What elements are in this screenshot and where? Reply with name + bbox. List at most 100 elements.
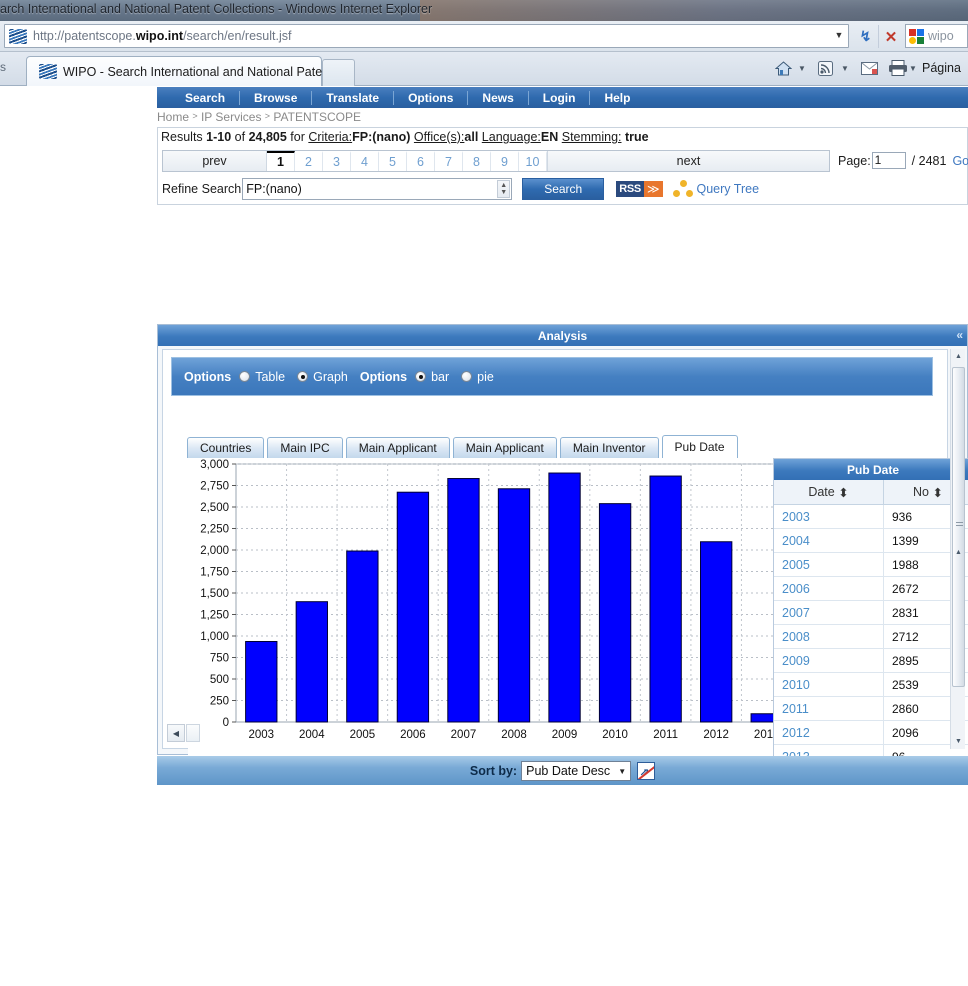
tab-main-applicant[interactable]: Main Applicant [345, 437, 450, 458]
browser-tab[interactable]: WIPO - Search International and National… [26, 56, 346, 86]
print-dropdown-icon[interactable]: ▼ [909, 59, 917, 77]
rss-button[interactable]: RSS ≫ [616, 180, 663, 199]
criteria-label[interactable]: Criteria: [308, 130, 352, 144]
chart-bar[interactable] [447, 478, 480, 723]
cell-date[interactable]: 2012 [774, 721, 884, 744]
chevron-down-icon[interactable]: ▼ [832, 28, 846, 42]
refresh-icon[interactable]: ↯ [853, 25, 878, 48]
breadcrumb-ip-services[interactable]: IP Services [201, 110, 261, 124]
home-dropdown-icon[interactable]: ▼ [798, 59, 806, 77]
radio-bar[interactable]: bar [415, 370, 449, 384]
scrollbar-thumb[interactable] [952, 367, 965, 687]
cell-date[interactable]: 2007 [774, 601, 884, 624]
new-tab-button[interactable] [322, 59, 355, 86]
cell-date[interactable]: 2006 [774, 577, 884, 600]
chart-bar[interactable] [548, 472, 581, 723]
page-number-9[interactable]: 9 [491, 151, 519, 171]
nav-item-help[interactable]: Help [590, 91, 644, 105]
sort-select[interactable]: Pub Date Desc ▼ [521, 760, 632, 781]
chart-bar[interactable] [396, 491, 430, 723]
chart-bar[interactable] [598, 503, 632, 723]
favorites-icon[interactable]: s [0, 60, 6, 74]
chart-ytick-label: 250 [210, 696, 229, 708]
radio-graph[interactable]: Graph [297, 370, 348, 384]
chart-xtick-label: 2012 [703, 729, 729, 741]
cell-date[interactable]: 2009 [774, 649, 884, 672]
tab-pub-date[interactable]: Pub Date [661, 435, 738, 458]
mail-icon[interactable] [861, 59, 878, 77]
chart-bar[interactable] [295, 601, 328, 723]
results-summary: Results 1-10 of 24,805 for Criteria:FP:(… [161, 130, 649, 144]
refine-search-input[interactable]: FP:(nano) ▲ ▼ [242, 178, 513, 200]
chart-bar[interactable] [497, 488, 531, 723]
analysis-tab-strip: Countries Main IPC Main Applicant Main A… [187, 435, 741, 458]
analysis-vertical-scrollbar[interactable]: ▲ ▲ ▼ [950, 349, 965, 749]
breadcrumb-home[interactable]: Home [157, 110, 189, 124]
scrollbar-grip [956, 522, 963, 528]
table-row: 2004 1399 [774, 529, 968, 553]
horizontal-scroll-thumb[interactable] [186, 724, 200, 742]
nav-item-translate[interactable]: Translate [312, 90, 395, 105]
nav-item-search[interactable]: Search [171, 90, 241, 105]
radio-table[interactable]: Table [239, 370, 285, 384]
page-number-1[interactable]: 1 [267, 151, 295, 171]
home-icon[interactable] [775, 59, 792, 77]
tab-main-ipc[interactable]: Main IPC [267, 437, 343, 458]
address-input[interactable]: http://patentscope.wipo.int/search/en/re… [4, 24, 849, 48]
page-number-4[interactable]: 4 [351, 151, 379, 171]
stop-icon[interactable]: ✕ [878, 25, 903, 48]
page-number-2[interactable]: 2 [295, 151, 323, 171]
breadcrumb-patentscope[interactable]: PATENTSCOPE [273, 110, 361, 124]
rss-feed-icon[interactable] [818, 59, 833, 77]
column-header-date[interactable]: Date ⬍ [774, 480, 884, 504]
chart-ytick-label: 500 [210, 674, 229, 686]
stemming-label[interactable]: Stemming: [562, 130, 622, 144]
chart-bar[interactable] [649, 475, 682, 723]
cell-date[interactable]: 2003 [774, 505, 884, 528]
page-number-10[interactable]: 10 [519, 151, 547, 171]
chart-bar[interactable] [245, 641, 278, 723]
nav-item-login[interactable]: Login [529, 90, 591, 105]
cell-date[interactable]: 2004 [774, 529, 884, 552]
page-number-5[interactable]: 5 [379, 151, 407, 171]
cell-date[interactable]: 2010 [774, 673, 884, 696]
collapse-icon[interactable]: « [956, 328, 963, 342]
tab-countries[interactable]: Countries [187, 437, 265, 458]
page-number-7[interactable]: 7 [435, 151, 463, 171]
search-button[interactable]: Search [522, 178, 605, 200]
chart-xtick-label: 2009 [552, 729, 578, 741]
go-button[interactable]: Go > [952, 154, 968, 168]
horizontal-scroll-left-arrow[interactable]: ◀ [167, 724, 185, 742]
language-label[interactable]: Language: [482, 130, 541, 144]
tab-main-inventor[interactable]: Main Inventor [559, 437, 659, 458]
refine-spinner-icon[interactable]: ▲ ▼ [497, 180, 511, 198]
tab-main-applicant-2[interactable]: Main Applicant [452, 437, 557, 458]
cell-date[interactable]: 2005 [774, 553, 884, 576]
cell-date[interactable]: 2011 [774, 697, 884, 720]
clear-sort-icon[interactable]: ⇗ [637, 761, 656, 780]
cell-date[interactable]: 2008 [774, 625, 884, 648]
next-page-button[interactable]: next [547, 151, 829, 171]
scroll-down-icon[interactable]: ▼ [951, 734, 966, 749]
total-pages: / 2481 [911, 153, 947, 168]
page-number-6[interactable]: 6 [407, 151, 435, 171]
chart-ytick-label: 1,000 [200, 631, 229, 643]
page-jump-input[interactable]: 1 [871, 152, 906, 169]
browser-search-box[interactable]: wipo [905, 24, 968, 48]
nav-item-browse[interactable]: Browse [240, 90, 313, 105]
nav-item-options[interactable]: Options [394, 90, 469, 105]
chart-bar[interactable] [346, 550, 379, 723]
feeds-dropdown-icon[interactable]: ▼ [841, 59, 849, 77]
page-number-3[interactable]: 3 [323, 151, 351, 171]
radio-pie[interactable]: pie [461, 370, 494, 384]
table-title: Pub Date [774, 459, 968, 480]
page-number-8[interactable]: 8 [463, 151, 491, 171]
prev-page-button[interactable]: prev [163, 151, 267, 171]
printer-icon[interactable] [888, 59, 908, 77]
chart-bar[interactable] [700, 541, 733, 723]
scroll-up-icon[interactable]: ▲ [951, 349, 966, 364]
offices-label[interactable]: Office(s): [414, 130, 464, 144]
query-tree-link[interactable]: Query Tree [672, 180, 759, 198]
page-menu-button[interactable]: Página [922, 61, 961, 75]
nav-item-news[interactable]: News [468, 90, 529, 105]
